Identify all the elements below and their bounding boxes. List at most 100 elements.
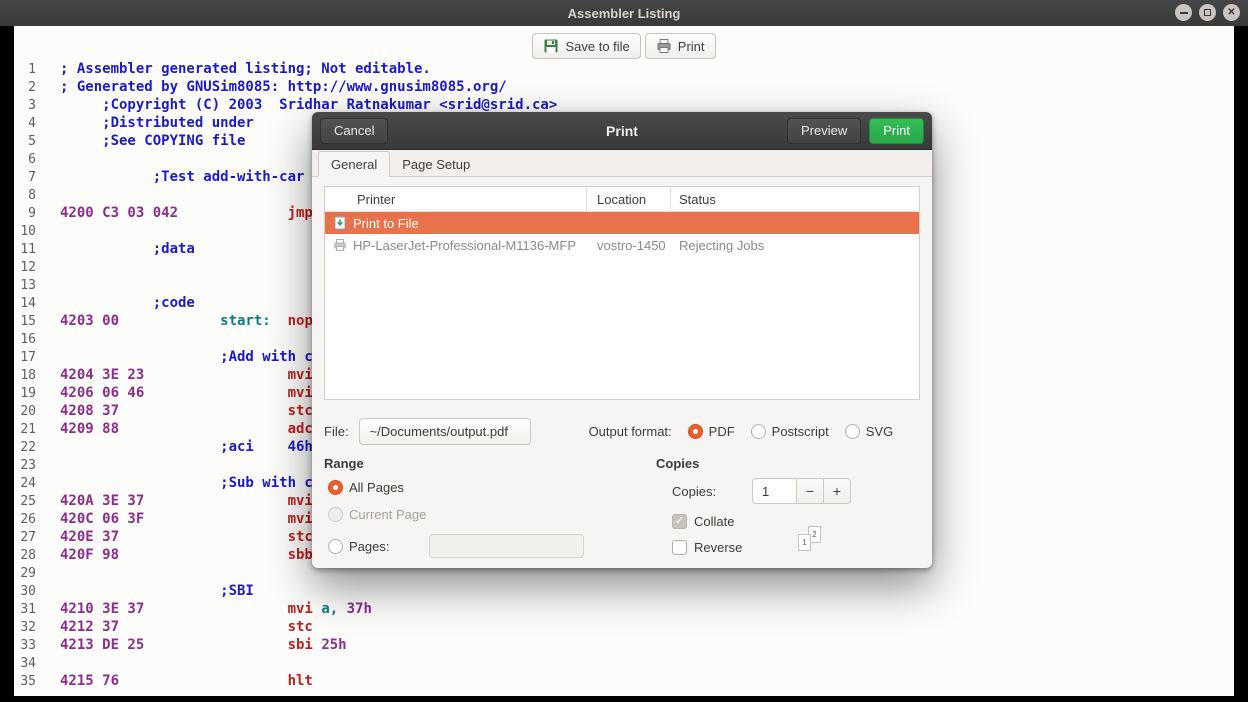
printer-name: Print to File <box>353 216 419 231</box>
line-number: 24 <box>14 475 36 493</box>
radio-button-icon <box>751 424 766 439</box>
copies-label: Copies: <box>672 484 752 499</box>
minimize-icon[interactable] <box>1175 4 1192 21</box>
line-number: 5 <box>14 133 36 151</box>
radio-postscript[interactable]: Postscript <box>751 424 829 439</box>
printer-location: vostro-1450 <box>587 238 671 253</box>
printer-icon <box>333 238 347 252</box>
line-number: 34 <box>14 655 36 673</box>
output-format-label: Output format: <box>589 424 672 439</box>
line-number: 13 <box>14 277 36 295</box>
tab-general[interactable]: General <box>318 151 390 177</box>
collate-label: Collate <box>694 514 734 529</box>
line-number: 27 <box>14 529 36 547</box>
range-options: All Pages Current Page Pages: <box>328 480 584 558</box>
line-number: 31 <box>14 601 36 619</box>
print-button-label: Print <box>678 39 705 54</box>
preview-button[interactable]: Preview <box>787 118 861 144</box>
line-number: 18 <box>14 367 36 385</box>
file-label: File: <box>324 424 349 439</box>
pages-label: Pages: <box>349 539 389 554</box>
code-line: 34 <box>14 654 557 672</box>
radio-all-pages[interactable]: All Pages <box>328 480 584 495</box>
radio-pages[interactable]: Pages: <box>328 534 584 558</box>
cancel-button[interactable]: Cancel <box>320 118 388 144</box>
column-header-location[interactable]: Location <box>587 187 671 211</box>
line-number: 11 <box>14 241 36 259</box>
current-page-label: Current Page <box>349 507 426 522</box>
radio-pdf[interactable]: PDF <box>688 424 735 439</box>
print-dialog: Cancel Print Preview Print General Page … <box>312 112 932 568</box>
pages-input <box>429 534 584 558</box>
tab-page-setup[interactable]: Page Setup <box>390 151 482 177</box>
dialog-tabbar: General Page Setup <box>312 150 932 177</box>
line-number: 21 <box>14 421 36 439</box>
maximize-icon[interactable] <box>1199 4 1216 21</box>
printer-table-header: Printer Location Status <box>325 187 919 212</box>
code-line: 1; Assembler generated listing; Not edit… <box>14 60 557 78</box>
line-number: 2 <box>14 79 36 97</box>
increment-button[interactable]: + <box>824 478 851 504</box>
line-number: 3 <box>14 97 36 115</box>
radio-button-icon <box>328 539 343 554</box>
save-to-file-button[interactable]: Save to file <box>532 33 640 59</box>
range-heading: Range <box>324 456 364 471</box>
line-number: 25 <box>14 493 36 511</box>
radio-button-icon <box>328 480 343 495</box>
all-pages-label: All Pages <box>349 480 404 495</box>
radio-button-icon <box>328 507 343 522</box>
code-line: 324212 37 stc <box>14 618 557 636</box>
line-number: 30 <box>14 583 36 601</box>
copies-spinbox: 1 − + <box>752 478 851 504</box>
close-icon[interactable]: ✕ <box>1223 4 1240 21</box>
line-number: 32 <box>14 619 36 637</box>
radio-svg[interactable]: SVG <box>845 424 893 439</box>
reverse-option[interactable]: Reverse <box>672 540 742 555</box>
line-number: 1 <box>14 61 36 79</box>
column-header-printer[interactable]: Printer <box>325 187 587 211</box>
table-row-print-to-file[interactable]: Print to File <box>325 212 919 234</box>
radio-button-icon <box>688 424 703 439</box>
printer-table: Printer Location Status Print to File HP… <box>324 186 920 400</box>
radio-current-page: Current Page <box>328 507 584 522</box>
printer-name: HP-LaserJet-Professional-M1136-MFP <box>353 238 576 253</box>
print-confirm-button[interactable]: Print <box>869 118 924 144</box>
line-number: 33 <box>14 637 36 655</box>
collate-preview: 2 1 <box>798 526 826 554</box>
copies-input[interactable]: 1 <box>752 478 797 504</box>
output-format-group: Output format: PDF Postscript SVG <box>589 424 894 439</box>
code-line: 334213 DE 25 sbi 25h <box>14 636 557 654</box>
line-number: 14 <box>14 295 36 313</box>
reverse-label: Reverse <box>694 540 742 555</box>
line-number: 4 <box>14 115 36 133</box>
line-number: 23 <box>14 457 36 475</box>
line-number: 19 <box>14 385 36 403</box>
line-number: 6 <box>14 151 36 169</box>
print-button[interactable]: Print <box>645 33 716 59</box>
line-number: 15 <box>14 313 36 331</box>
desktop: { "window": { "title": "Assembler Listin… <box>0 0 1248 702</box>
line-number: 16 <box>14 331 36 349</box>
titlebar: Assembler Listing ✕ <box>0 0 1248 26</box>
printer-status: Rejecting Jobs <box>671 238 919 253</box>
file-path-button[interactable]: ~/Documents/output.pdf <box>359 418 531 445</box>
line-number: 28 <box>14 547 36 565</box>
print-to-file-icon <box>333 216 347 230</box>
printer-icon <box>656 38 672 54</box>
checkbox-icon: ✓ <box>672 514 687 529</box>
code-line: 354215 76 hlt <box>14 672 557 690</box>
line-number: 9 <box>14 205 36 223</box>
page-preview-1: 1 <box>798 534 811 551</box>
column-header-status[interactable]: Status <box>671 187 919 211</box>
copies-heading: Copies <box>656 456 699 471</box>
code-line: 2; Generated by GNUSim8085: http://www.g… <box>14 78 557 96</box>
line-number: 26 <box>14 511 36 529</box>
line-number: 8 <box>14 187 36 205</box>
decrement-button[interactable]: − <box>797 478 824 504</box>
code-line: 30 ;SBI <box>14 582 557 600</box>
window-controls: ✕ <box>1175 4 1240 21</box>
radio-button-icon <box>845 424 860 439</box>
table-row-hp-laserjet[interactable]: HP-LaserJet-Professional-M1136-MFP vostr… <box>325 234 919 256</box>
radio-pdf-label: PDF <box>709 424 735 439</box>
line-number: 20 <box>14 403 36 421</box>
